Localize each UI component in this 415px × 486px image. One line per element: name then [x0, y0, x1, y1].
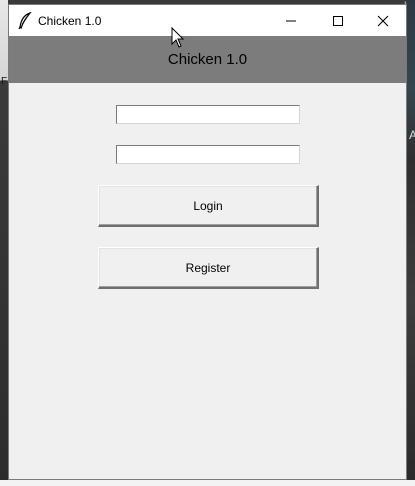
password-input[interactable]	[116, 145, 300, 164]
close-button[interactable]	[360, 5, 406, 36]
mouse-cursor-icon	[171, 27, 185, 48]
username-input[interactable]	[116, 105, 300, 124]
window-title: Chicken 1.0	[38, 14, 102, 28]
app-window: Chicken 1.0 Chicken 1.0 Login Register	[8, 4, 407, 480]
maximize-button[interactable]	[315, 5, 361, 36]
minimize-icon	[286, 20, 296, 21]
app-header-title: Chicken 1.0	[167, 51, 248, 68]
app-header: Chicken 1.0	[9, 36, 406, 83]
desktop-left-text: F	[1, 76, 8, 87]
feather-icon	[18, 12, 32, 30]
desktop-background-right	[407, 0, 415, 486]
desktop-background-left	[0, 0, 8, 486]
close-icon	[377, 15, 389, 26]
desktop-background-bottom	[0, 480, 415, 486]
title-bar[interactable]: Chicken 1.0	[9, 5, 406, 36]
login-button[interactable]: Login	[98, 185, 319, 227]
desktop-right-text: A	[409, 128, 415, 142]
minimize-button[interactable]	[268, 5, 314, 36]
maximize-icon	[333, 15, 343, 26]
register-button[interactable]: Register	[98, 247, 319, 289]
login-button-label: Login	[193, 198, 223, 213]
register-button-label: Register	[185, 260, 231, 275]
